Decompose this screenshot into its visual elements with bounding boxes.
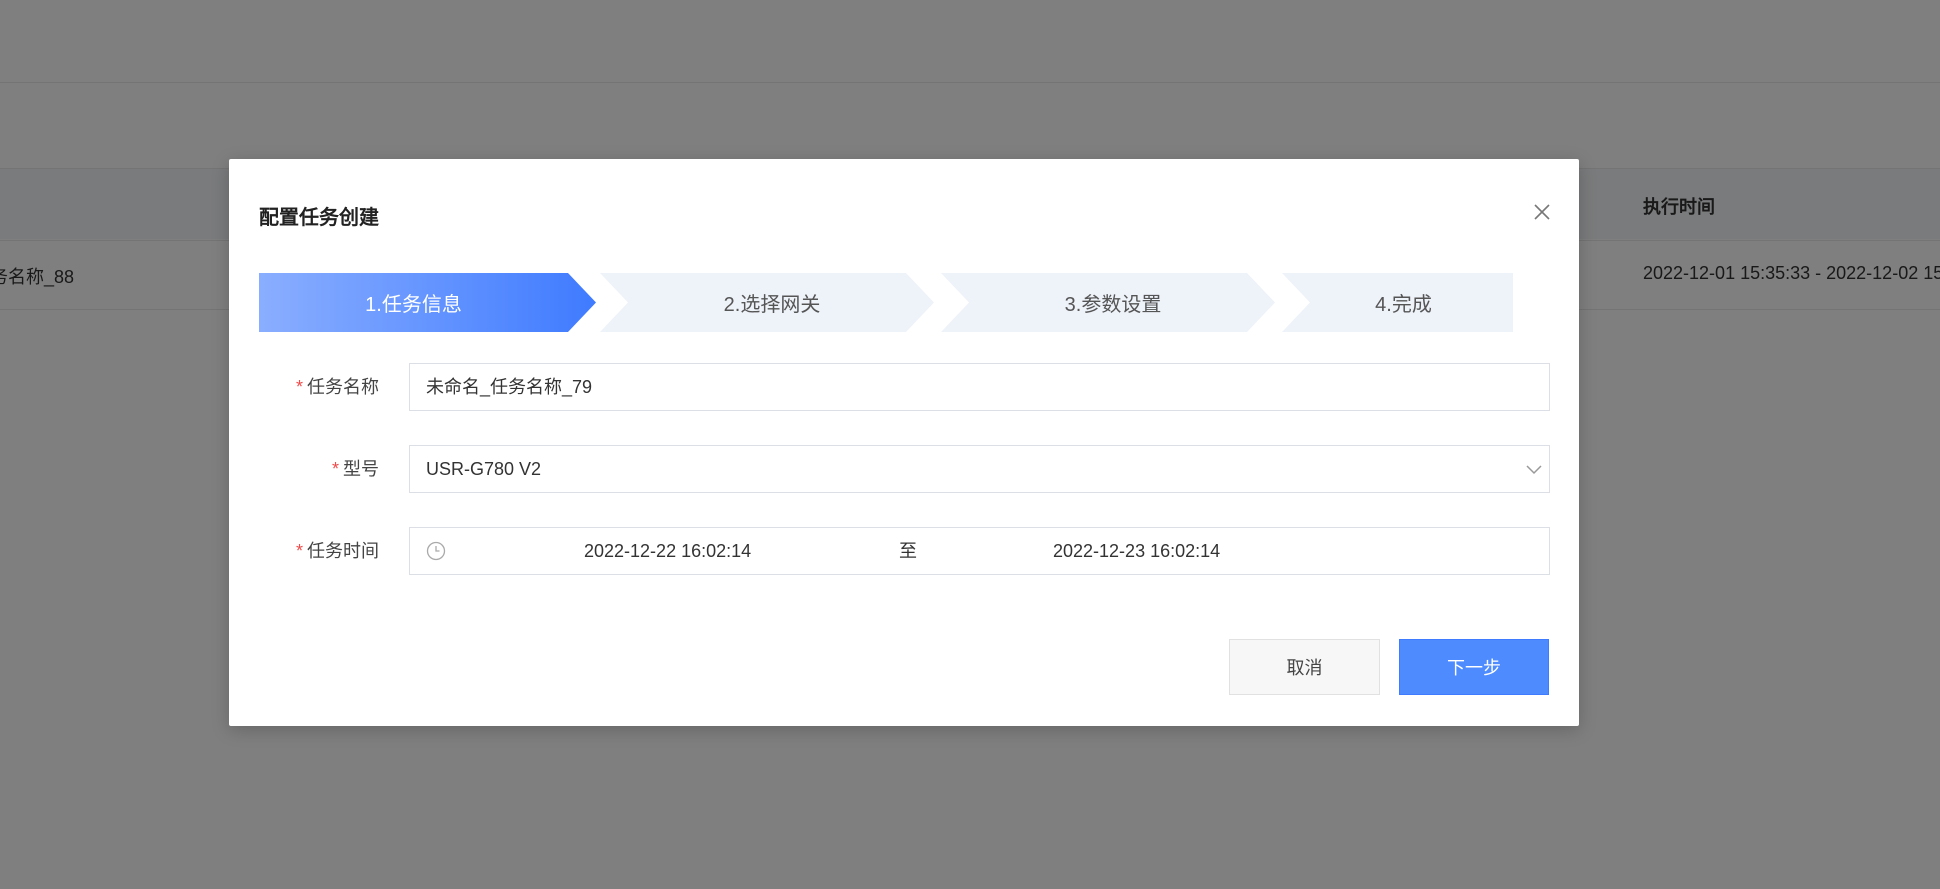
clock-icon [426,541,446,561]
range-separator: 至 [899,541,917,561]
step-select-gateway: 2.选择网关 [600,273,934,332]
step-label: 2.选择网关 [723,294,821,316]
start-date-input[interactable]: 2022-12-22 16:02:14 [584,528,751,574]
required-mark: * [331,459,339,479]
end-date-input[interactable]: 2022-12-23 16:02:14 [1053,528,1220,574]
step-finish: 4.完成 [1282,273,1513,332]
model-select[interactable]: USR-G780 V2 [409,445,1550,493]
step-label: 4.完成 [1375,294,1432,316]
dialog-title: 配置任务创建 [259,207,379,229]
close-icon[interactable] [1531,201,1553,223]
task-time-range-picker[interactable]: 2022-12-22 16:02:14 至 2022-12-23 16:02:1… [409,527,1550,575]
form-row-task-time: * 任务时间 2022-12-22 16:02:14 至 2022-12-23 1… [259,527,1550,575]
task-name-input[interactable]: 未命名_任务名称_79 [409,363,1550,411]
step-label: 1.任务信息 [365,294,462,316]
step-task-info: 1.任务信息 [259,273,596,332]
form-row-task-name: * 任务名称 未命名_任务名称_79 [259,363,1550,411]
cancel-button[interactable]: 取消 [1229,639,1380,695]
step-label: 3.参数设置 [1064,294,1162,316]
task-name-label: * 任务名称 [295,377,379,397]
chevron-down-icon [1526,465,1542,475]
next-step-button[interactable]: 下一步 [1399,639,1549,695]
task-name-value: 未命名_任务名称_79 [426,377,593,397]
task-time-label: * 任务时间 [295,541,379,561]
model-label: * 型号 [331,459,379,479]
required-mark: * [295,377,303,397]
steps-bar: 1.任务信息 2.选择网关 3.参数设置 4.完成 [259,273,1513,332]
create-task-dialog: 配置任务创建 1.任务信息 2.选择网关 3.参数设置 4.完成 * 任务名称 未… [229,159,1579,726]
model-value: USR-G780 V2 [426,459,542,479]
required-mark: * [295,541,303,561]
step-parameter-settings: 3.参数设置 [941,273,1275,332]
form-row-model: * 型号 USR-G780 V2 [259,445,1550,493]
